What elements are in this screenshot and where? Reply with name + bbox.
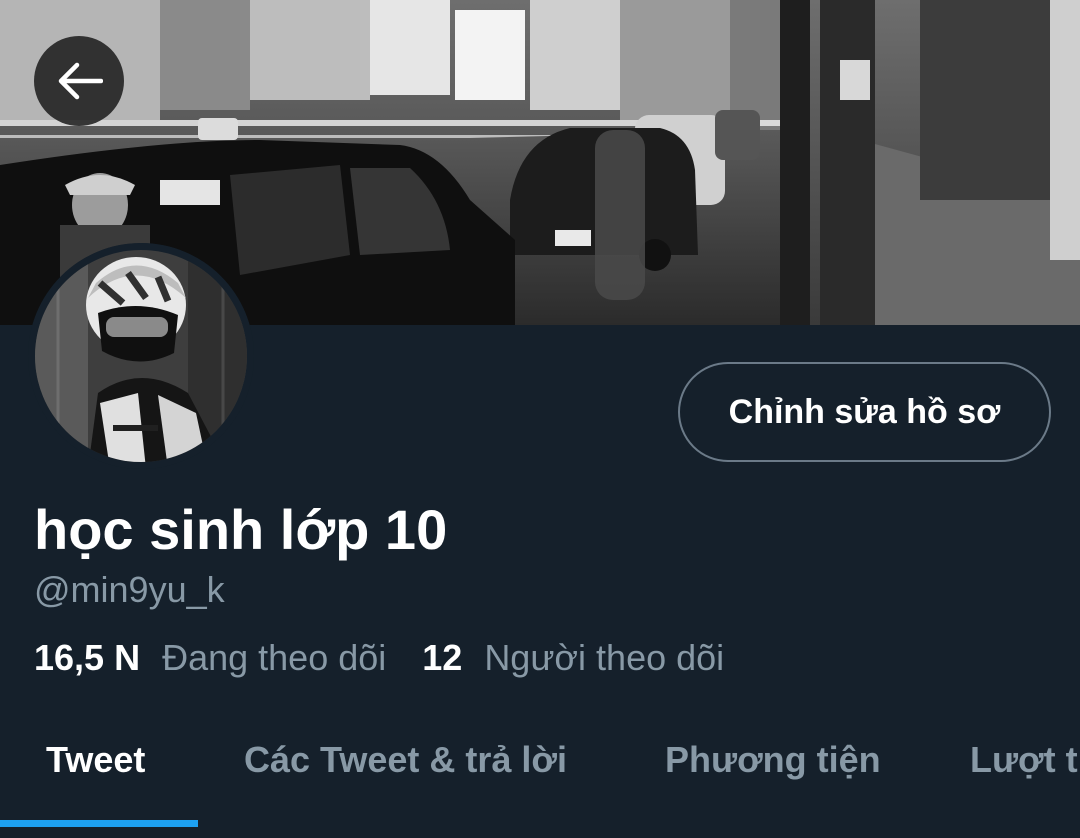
tab-tweets-and-replies[interactable]: Các Tweet & trả lời bbox=[244, 736, 567, 784]
active-tab-indicator bbox=[0, 820, 198, 827]
arrow-left-icon bbox=[58, 62, 103, 100]
followers-stat[interactable]: 12 Người theo dõi bbox=[422, 634, 724, 682]
following-label: Đang theo dõi bbox=[162, 637, 387, 678]
following-stat[interactable]: 16,5 N Đang theo dõi bbox=[34, 634, 386, 682]
tab-tweets[interactable]: Tweet bbox=[46, 736, 145, 784]
avatar-photo bbox=[28, 243, 254, 469]
username-handle: @min9yu_k bbox=[34, 569, 225, 610]
profile-tabs: Tweet Các Tweet & trả lời Phương tiện Lư… bbox=[0, 720, 1080, 838]
followers-label: Người theo dõi bbox=[484, 637, 725, 678]
edit-profile-button[interactable]: Chỉnh sửa hồ sơ bbox=[678, 362, 1051, 462]
avatar[interactable] bbox=[28, 243, 254, 469]
followers-count: 12 bbox=[422, 637, 463, 678]
profile-page: Chỉnh sửa hồ sơ học sinh lớp 10 @min9yu_… bbox=[0, 0, 1080, 838]
follow-stats: 16,5 N Đang theo dõi 12 Người theo dõi bbox=[34, 634, 724, 682]
back-button[interactable] bbox=[34, 36, 124, 126]
display-name: học sinh lớp 10 bbox=[34, 498, 448, 561]
following-count: 16,5 N bbox=[34, 637, 141, 678]
tab-likes[interactable]: Lượt thích bbox=[970, 736, 1080, 784]
tab-media[interactable]: Phương tiện bbox=[665, 736, 881, 784]
